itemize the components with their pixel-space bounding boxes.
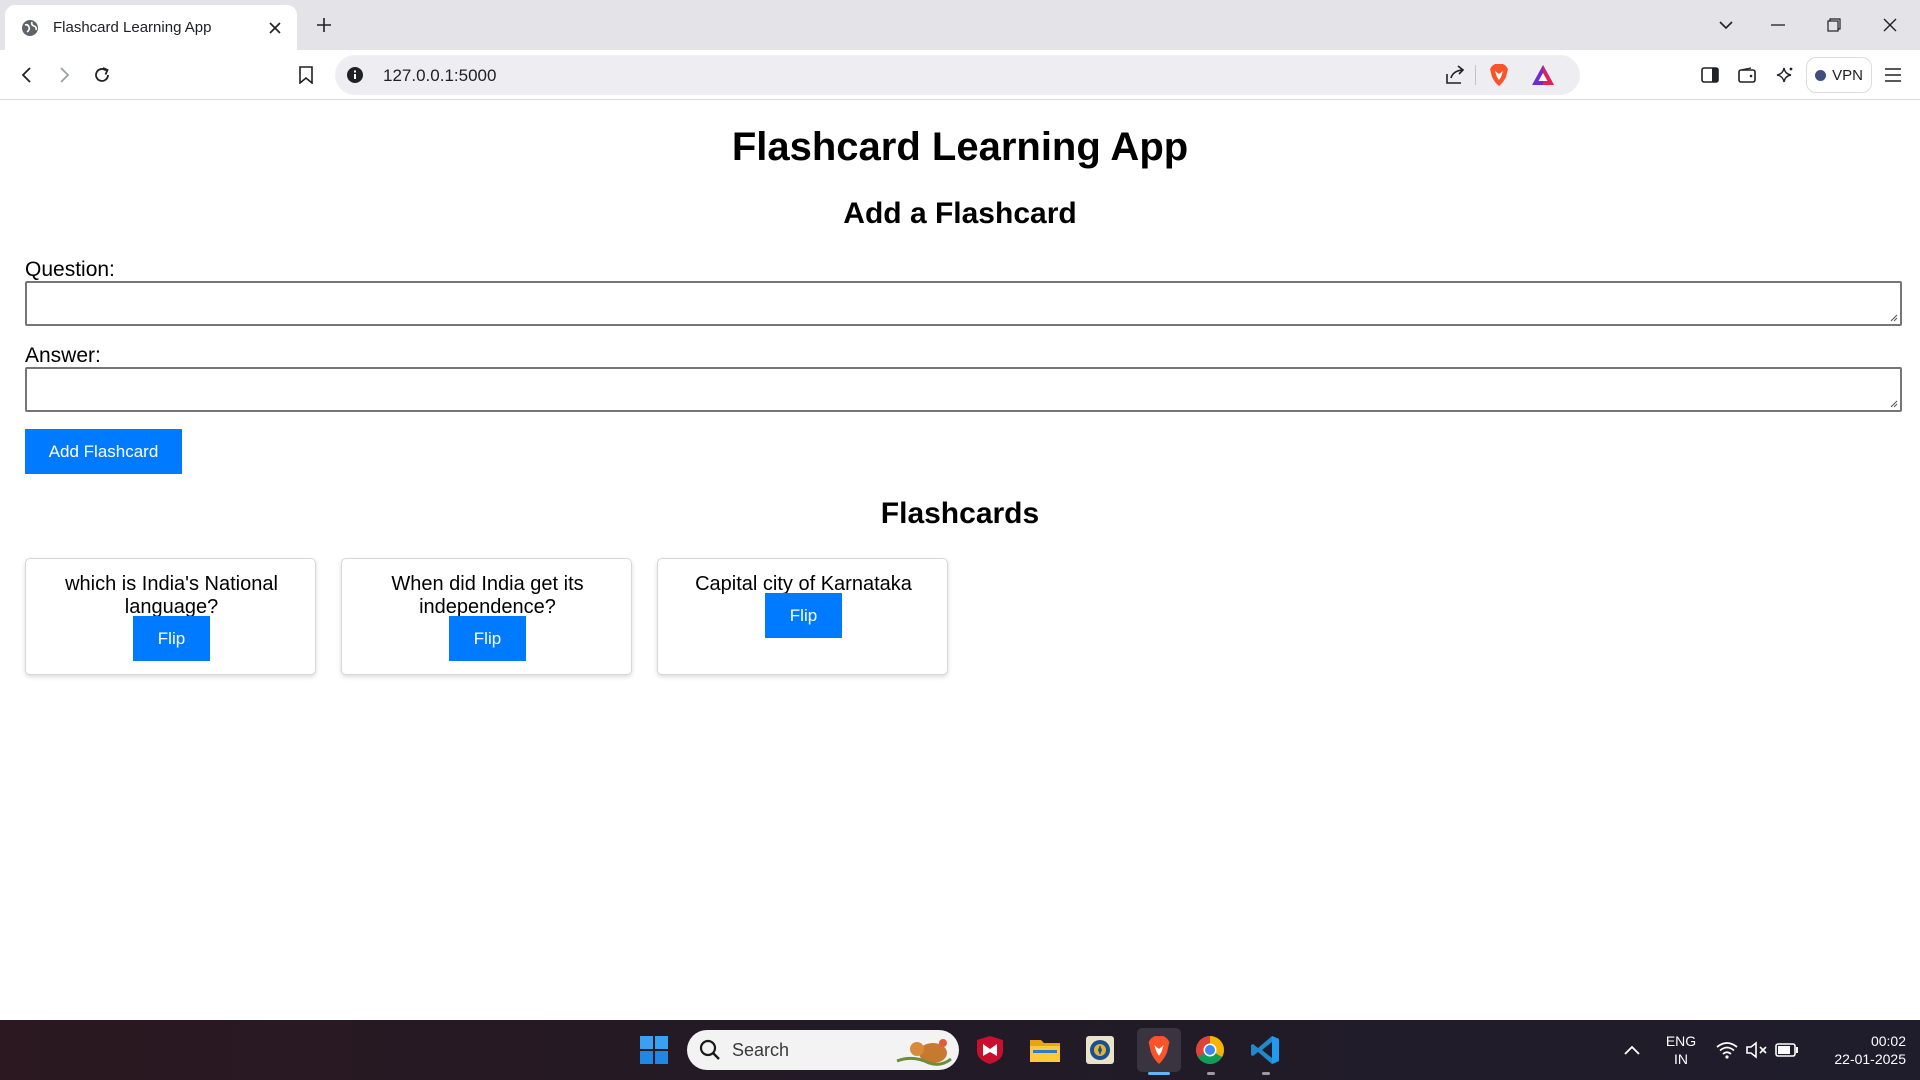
security-app-icon[interactable]: [1082, 1032, 1118, 1068]
globe-icon: [20, 18, 40, 38]
address-bar[interactable]: 127.0.0.1:5000: [335, 55, 1580, 95]
menu-icon[interactable]: [1877, 60, 1909, 90]
clock-date: 22-01-2025: [1834, 1051, 1906, 1067]
wallet-icon[interactable]: [1731, 60, 1763, 90]
answer-label: Answer:: [25, 344, 101, 367]
divider: [1475, 65, 1476, 85]
share-icon[interactable]: [1444, 64, 1466, 86]
search-label: Search: [732, 1040, 790, 1060]
mcafee-icon[interactable]: [972, 1032, 1008, 1068]
language-label: ENG: [1665, 1033, 1697, 1049]
chevron-up-icon[interactable]: [1614, 1032, 1650, 1068]
flashcard-question: When did India get its independence?: [391, 573, 584, 618]
volume-muted-icon[interactable]: [1740, 1032, 1774, 1068]
search-highlight-icon: [896, 1039, 952, 1066]
forward-icon[interactable]: [48, 60, 80, 90]
brave-rewards-icon[interactable]: [1531, 64, 1555, 86]
vscode-icon[interactable]: [1247, 1032, 1283, 1068]
search-icon: [699, 1039, 720, 1060]
bookmark-icon[interactable]: [290, 60, 322, 90]
question-input[interactable]: [25, 281, 1902, 326]
leo-ai-icon[interactable]: [1769, 60, 1801, 90]
wifi-icon[interactable]: [1710, 1032, 1744, 1068]
flip-button[interactable]: Flip: [449, 616, 526, 661]
battery-icon[interactable]: [1770, 1032, 1804, 1068]
tab-search-chevron-icon[interactable]: [1711, 11, 1741, 39]
new-tab-button[interactable]: [310, 11, 338, 39]
flashcard: Capital city of Karnataka Flip: [657, 558, 948, 675]
brave-browser-icon[interactable]: [1137, 1028, 1181, 1072]
vpn-button[interactable]: VPN: [1806, 57, 1872, 93]
flashcards-heading: Flashcards: [880, 497, 1040, 530]
page-content: Flashcard Learning App Add a Flashcard Q…: [0, 101, 1920, 1020]
flashcard: which is India's National language? Flip: [25, 558, 316, 675]
url-text: 127.0.0.1:5000: [383, 66, 497, 85]
taskbar-search[interactable]: Search: [687, 1030, 959, 1070]
running-indicator: [1262, 1072, 1270, 1075]
browser-toolbar: 127.0.0.1:5000 VPN: [0, 50, 1920, 100]
clock-time: 00:02: [1870, 1033, 1906, 1049]
region-label: IN: [1674, 1051, 1688, 1067]
restore-icon[interactable]: [1819, 11, 1849, 39]
answer-input[interactable]: [25, 367, 1902, 412]
browser-tab-bar: Flashcard Learning App: [0, 0, 1920, 50]
minimize-icon[interactable]: [1763, 11, 1793, 39]
chrome-icon[interactable]: [1192, 1032, 1228, 1068]
add-flashcard-heading: Add a Flashcard: [843, 197, 1077, 230]
resize-grip-icon[interactable]: [1888, 312, 1898, 322]
question-label: Question:: [25, 258, 115, 281]
taskbar: Search ENG IN 00:02 22-01-2025: [0, 1020, 1920, 1080]
clock[interactable]: 00:02 22-01-2025: [1810, 1032, 1906, 1068]
flip-button[interactable]: Flip: [133, 616, 210, 661]
site-info-icon[interactable]: [345, 65, 365, 85]
flashcard: When did India get its independence? Fli…: [341, 558, 632, 675]
language-indicator[interactable]: ENG IN: [1658, 1032, 1704, 1068]
vpn-label: VPN: [1832, 66, 1863, 84]
page-title: Flashcard Learning App: [731, 125, 1189, 169]
windows-start-icon[interactable]: [636, 1032, 672, 1068]
tab-title: Flashcard Learning App: [53, 19, 212, 36]
vpn-status-icon: [1815, 69, 1827, 81]
sidebar-icon[interactable]: [1694, 60, 1726, 90]
add-flashcard-button[interactable]: Add Flashcard: [25, 429, 182, 474]
window-close-icon[interactable]: [1875, 11, 1905, 39]
active-indicator: [1148, 1072, 1170, 1075]
close-icon[interactable]: [263, 16, 287, 40]
resize-grip-icon[interactable]: [1888, 398, 1898, 408]
back-icon[interactable]: [11, 60, 43, 90]
brave-shields-icon[interactable]: [1487, 63, 1511, 87]
running-indicator: [1207, 1072, 1215, 1075]
browser-tab[interactable]: Flashcard Learning App: [5, 5, 297, 50]
flashcard-question: which is India's National language?: [65, 573, 278, 618]
file-explorer-icon[interactable]: [1027, 1032, 1063, 1068]
reload-icon[interactable]: [86, 60, 118, 90]
flip-button[interactable]: Flip: [765, 593, 842, 638]
